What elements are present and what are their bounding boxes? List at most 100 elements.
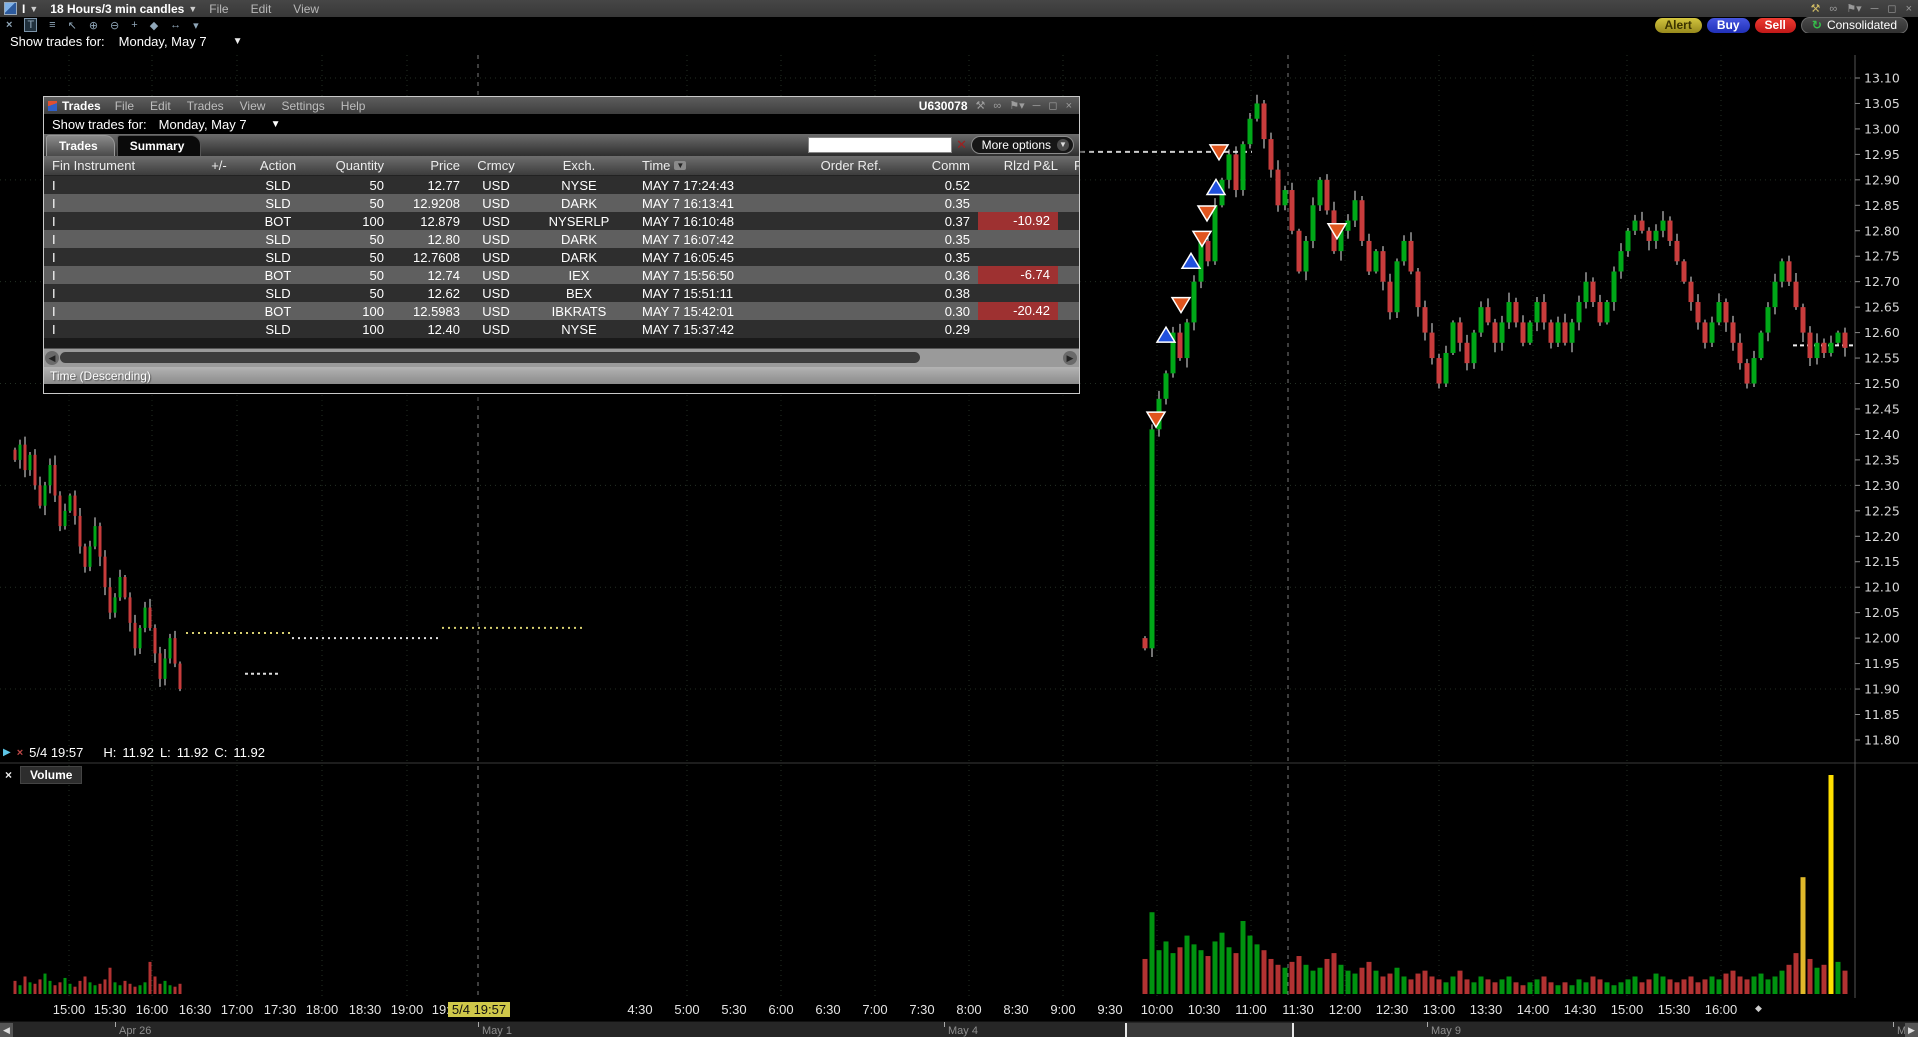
date-scroll-left-icon[interactable]: ◀: [0, 1023, 13, 1037]
table-row[interactable]: I BOT 50 12.74 USD IEX MAY 7 15:56:50 0.36 -6.74: [44, 266, 1079, 284]
trades-menu-settings[interactable]: Settings: [281, 99, 324, 113]
cell-fin-instrument: I: [52, 177, 56, 193]
cell-action: BOT: [264, 213, 292, 229]
column-header-crmcy[interactable]: Crmcy: [468, 158, 524, 173]
readout-close-icon[interactable]: ×: [17, 747, 23, 759]
cell-action: BOT: [264, 267, 292, 283]
trades-menu-file[interactable]: File: [115, 99, 134, 113]
trades-menu-edit[interactable]: Edit: [150, 99, 171, 113]
play-icon[interactable]: ▶: [3, 747, 11, 758]
scroll-left-icon[interactable]: ◀: [45, 351, 59, 365]
column-header-p[interactable]: P: [1066, 158, 1079, 173]
trades-link-icon[interactable]: ∞: [993, 100, 1001, 112]
trades-close-icon[interactable]: ×: [1066, 100, 1072, 112]
cell-price: 12.62: [427, 285, 460, 301]
trades-wrench-icon[interactable]: ⚒: [976, 99, 986, 112]
svg-text:12.75: 12.75: [1864, 249, 1900, 264]
trades-menu-view[interactable]: View: [240, 99, 266, 113]
date-scrollbar[interactable]: Apr 26May 1May 4May 9Ma◀▶: [0, 1021, 1918, 1037]
cell-price: 12.80: [427, 231, 460, 247]
cell-action: SLD: [265, 195, 291, 211]
table-row[interactable]: I SLD 50 12.77 USD NYSE MAY 7 17:24:43 0.52: [44, 176, 1079, 194]
more-options-button[interactable]: More options ▼: [970, 136, 1074, 154]
date-label: Apr 26: [119, 1025, 152, 1037]
cell-fin-instrument: I: [52, 213, 56, 229]
cell-crmcy: USD: [482, 177, 510, 193]
search-input[interactable]: [808, 137, 953, 153]
account-id: U630078: [918, 98, 968, 113]
cell-quantity: 100: [362, 321, 384, 337]
scroll-right-icon[interactable]: ▶: [1063, 351, 1077, 365]
table-row[interactable]: I SLD 50 12.7608 USD DARK MAY 7 16:05:45 0.35: [44, 248, 1079, 266]
cell-crmcy: USD: [482, 321, 510, 337]
date-label: May 1: [482, 1025, 512, 1037]
tab-summary[interactable]: Summary: [116, 135, 202, 156]
trades-show-caret-icon[interactable]: ▼: [271, 119, 281, 130]
date-scroll-thumb[interactable]: [1125, 1023, 1294, 1037]
cell-exch-: DARK: [560, 231, 598, 247]
column-header-rlzd-p-l[interactable]: Rlzd P&L: [978, 158, 1066, 173]
cell-time: MAY 7 16:13:41: [642, 195, 735, 211]
cell-exch-: NYSE: [561, 321, 597, 337]
column-header-exch-[interactable]: Exch.: [524, 158, 634, 173]
table-row[interactable]: I BOT 100 12.879 USD NYSERLP MAY 7 16:10:48 0.3…: [44, 212, 1079, 230]
trades-minimize-icon[interactable]: ─: [1033, 100, 1041, 112]
cell-price: 12.5983: [413, 303, 460, 319]
cell-rlzd-p-l: -20.42: [978, 302, 1066, 320]
sell-trade-marker: [1145, 411, 1167, 429]
table-row[interactable]: I SLD 50 12.62 USD BEX MAY 7 15:51:11 0.38: [44, 284, 1079, 302]
cell-fin-instrument: I: [52, 303, 56, 319]
clear-search-icon[interactable]: ✕: [956, 137, 967, 153]
column-header-comm[interactable]: Comm: [910, 158, 978, 173]
cell-comm: 0.38: [944, 285, 970, 301]
table-row[interactable]: I SLD 100 12.40 USD NYSE MAY 7 15:37:42 0.29: [44, 320, 1079, 338]
date-scroll-right-icon[interactable]: ▶: [1905, 1023, 1918, 1037]
cell-rlzd-p-l: -10.92: [978, 212, 1066, 230]
cell-fin-instrument: I: [52, 195, 56, 211]
cell-exch-: NYSE: [561, 177, 597, 193]
sort-desc-icon[interactable]: ▼: [674, 161, 687, 170]
svg-text:12.70: 12.70: [1864, 274, 1900, 289]
column-header-action[interactable]: Action: [244, 158, 312, 173]
trades-window-titlebar[interactable]: Trades File Edit Trades View Settings He…: [44, 97, 1079, 114]
tab-trades[interactable]: Trades: [46, 135, 115, 156]
table-row[interactable]: I BOT 100 12.5983 USD IBKRATS MAY 7 15:42:01 0.…: [44, 302, 1079, 320]
readout-low-label: L:: [159, 745, 171, 760]
svg-text:12.55: 12.55: [1864, 351, 1900, 366]
column-header-order-ref-[interactable]: Order Ref.: [792, 158, 910, 173]
trades-window-icon: [48, 100, 57, 111]
svg-text:11.95: 11.95: [1864, 656, 1900, 671]
scroll-thumb[interactable]: [60, 352, 920, 363]
trades-show-value[interactable]: Monday, May 7: [159, 117, 247, 132]
column-header--[interactable]: +/-: [194, 158, 244, 173]
trades-hscrollbar[interactable]: ◀ ▶: [44, 348, 1079, 367]
table-row[interactable]: I SLD 50 12.80 USD DARK MAY 7 16:07:42 0.35: [44, 230, 1079, 248]
cell-quantity: 50: [369, 231, 384, 247]
crosshair-time-highlight: 5/4 19:57: [448, 1002, 510, 1017]
column-header-quantity[interactable]: Quantity: [312, 158, 392, 173]
trades-menu-help[interactable]: Help: [341, 99, 366, 113]
column-header-time[interactable]: Time ▼: [634, 158, 792, 173]
column-header-price[interactable]: Price: [392, 158, 468, 173]
cell-crmcy: USD: [482, 249, 510, 265]
svg-text:13.00: 13.00: [1864, 121, 1900, 136]
trades-pin-icon[interactable]: ⚑▾: [1009, 99, 1024, 112]
cell-crmcy: USD: [482, 231, 510, 247]
cell-fin-instrument: I: [52, 285, 56, 301]
cell-comm: 0.35: [944, 195, 970, 211]
table-row[interactable]: I SLD 50 12.9208 USD DARK MAY 7 16:13:41 0.35: [44, 194, 1079, 212]
column-header-fin-instrument[interactable]: Fin Instrument: [44, 158, 194, 173]
cell-rlzd-p-l: -6.74: [978, 266, 1066, 284]
more-options-caret-icon: ▼: [1057, 139, 1069, 151]
cell-quantity: 50: [369, 267, 384, 283]
svg-text:12.95: 12.95: [1864, 147, 1900, 162]
trades-status-bar: Time (Descending): [44, 367, 1079, 384]
trades-maximize-icon[interactable]: ◻: [1048, 99, 1057, 112]
volume-close-icon[interactable]: ×: [5, 768, 12, 782]
trades-menu-trades[interactable]: Trades: [187, 99, 224, 113]
svg-text:12.00: 12.00: [1864, 631, 1900, 646]
readout-datetime: 5/4 19:57: [29, 745, 84, 760]
cell-quantity: 50: [369, 285, 384, 301]
svg-text:12.40: 12.40: [1864, 427, 1900, 442]
volume-pane-header: × Volume: [0, 766, 83, 784]
